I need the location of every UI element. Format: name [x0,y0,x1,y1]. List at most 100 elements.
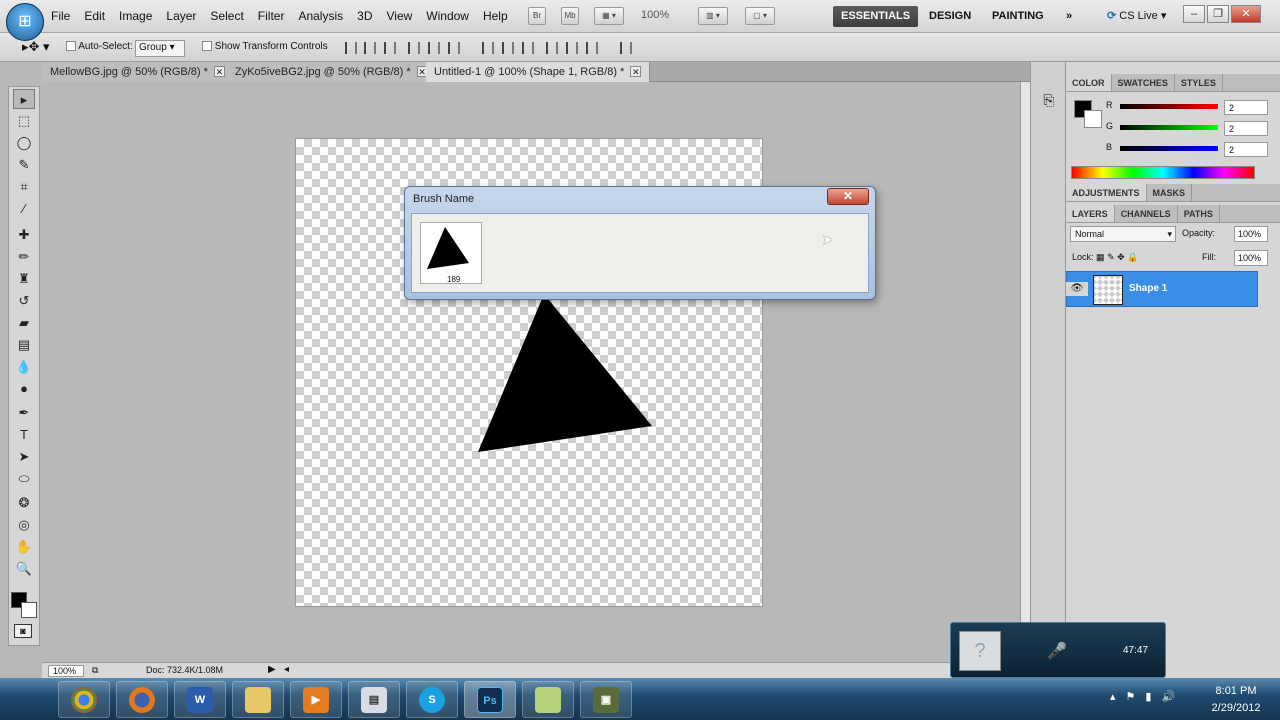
layer-name[interactable]: Shape 1 [1129,283,1167,294]
scroll-left-icon[interactable]: ◂ [284,664,289,675]
taskbar-word[interactable]: W [174,681,226,718]
zoom-tool-icon[interactable]: 🔍 [13,559,35,579]
taskbar-notes[interactable] [522,681,574,718]
eraser-tool-icon[interactable]: ▰ [13,313,35,333]
blue-slider[interactable] [1120,146,1218,151]
workspace-painting[interactable]: PAINTING [984,6,1052,27]
tab-masks[interactable]: MASKS [1147,184,1193,201]
auto-align-icon[interactable] [620,42,632,54]
path-selection-tool-icon[interactable]: ➤ [13,447,35,467]
screen-mode-button[interactable]: ▢ ▾ [745,7,775,25]
show-transform-option[interactable]: Show Transform Controls [202,41,328,52]
3d-orbit-tool-icon[interactable]: ◎ [13,515,35,535]
minimize-icon[interactable]: – [1183,5,1205,23]
red-slider[interactable] [1120,104,1218,109]
distribute-hcenter-icon[interactable] [566,42,578,54]
workspace-essentials[interactable]: ESSENTIALS [833,6,919,27]
view-extras-button[interactable]: ▦ ▾ [594,7,624,25]
blur-tool-icon[interactable]: 💧 [13,357,35,377]
gradient-tool-icon[interactable]: ▤ [13,335,35,355]
distribute-left-icon[interactable] [546,42,558,54]
align-top-icon[interactable] [345,42,357,54]
clock-time[interactable]: 8:01 PM [1204,685,1268,697]
blue-value-field[interactable]: 2 [1224,142,1268,157]
tab-channels[interactable]: CHANNELS [1115,205,1178,222]
taskbar-chrome[interactable] [58,681,110,718]
eye-icon[interactable]: 👁 [1066,282,1088,296]
distribute-top-icon[interactable] [482,42,494,54]
network-icon[interactable]: ▮ [1145,690,1151,703]
healing-brush-tool-icon[interactable]: ✚ [13,225,35,245]
lock-all-icon[interactable]: 🔒 [1127,252,1138,262]
history-brush-tool-icon[interactable]: ↺ [13,291,35,311]
menu-select[interactable]: Select [203,0,250,33]
history-panel-icon[interactable]: ⎘ [1039,90,1059,110]
status-menu-icon[interactable]: ⧉ [92,665,98,676]
start-button[interactable]: ⊞ [6,3,44,41]
hand-tool-icon[interactable]: ✋ [13,537,35,557]
shape-1-triangle[interactable] [476,292,656,454]
align-vcenter-icon[interactable] [364,42,376,54]
type-tool-icon[interactable]: T [13,425,35,445]
close-icon[interactable]: ✕ [630,66,642,77]
taskbar-explorer[interactable] [232,681,284,718]
green-value-field[interactable]: 2 [1224,121,1268,136]
vertical-scrollbar[interactable] [1020,82,1030,662]
volume-icon[interactable]: 🔊 [1161,690,1175,703]
taskbar-recorder[interactable]: ▣ [580,681,632,718]
auto-select-checkbox[interactable] [66,41,76,52]
tab-color[interactable]: COLOR [1066,74,1112,91]
eyedropper-tool-icon[interactable]: ⁄ [13,199,35,219]
auto-select-option[interactable]: Auto-Select: [66,41,133,52]
menu-view[interactable]: View [379,0,419,33]
menu-image[interactable]: Image [112,0,159,33]
brush-tool-icon[interactable]: ✏ [13,247,35,267]
restore-icon[interactable]: ❐ [1207,5,1229,23]
quick-mask-icon[interactable]: ◙ [14,624,32,638]
clock-date[interactable]: 2/29/2012 [1204,702,1268,714]
menu-analysis[interactable]: Analysis [291,0,350,33]
move-tool-preset-icon[interactable]: ▸✥ ▾ [22,39,50,55]
shape-tool-icon[interactable]: ⬭ [13,469,35,489]
taskbar-firefox[interactable] [116,681,168,718]
taskbar-skype[interactable]: S [406,681,458,718]
close-icon[interactable]: ✕ [213,66,225,77]
quick-select-tool-icon[interactable]: ✎ [13,155,35,175]
align-right-icon[interactable] [448,42,460,54]
tab-paths[interactable]: PATHS [1178,205,1220,222]
tab-styles[interactable]: STYLES [1175,74,1223,91]
tab-layers[interactable]: LAYERS [1066,205,1115,222]
action-center-flag-icon[interactable]: ⚑ [1126,690,1136,703]
lock-transparency-icon[interactable]: ▦ [1096,252,1105,262]
auto-select-target-dropdown[interactable]: Group ▾ [135,40,185,57]
taskbar-media-player[interactable]: ▶ [290,681,342,718]
menu-filter[interactable]: Filter [251,0,292,33]
menu-window[interactable]: Window [419,0,476,33]
layer-row-shape-1[interactable]: 👁 Shape 1 [1066,271,1258,307]
distribute-vcenter-icon[interactable] [502,42,514,54]
mini-bridge-button[interactable]: Mb [561,7,579,25]
align-left-icon[interactable] [408,42,420,54]
cs-live-button[interactable]: ⟳ CS Live ▾ [1107,9,1166,22]
crop-tool-icon[interactable]: ⌗ [13,177,35,197]
align-hcenter-icon[interactable] [428,42,440,54]
tab-zykosivebg2[interactable]: ZyKo5iveBG2.jpg @ 50% (RGB/8) * ✕ [227,62,437,82]
dialog-close-button[interactable]: ✕ [827,188,869,205]
pen-tool-icon[interactable]: ✒ [13,403,35,423]
tab-adjustments[interactable]: ADJUSTMENTS [1066,184,1147,201]
show-hidden-icons-icon[interactable]: ▴ [1110,690,1116,703]
lasso-tool-icon[interactable]: ◯ [13,133,35,153]
distribute-right-icon[interactable] [586,42,598,54]
move-tool-icon[interactable]: ▸ [13,89,35,109]
green-slider[interactable] [1120,125,1218,130]
zoom-level[interactable]: 100% [641,9,669,21]
menu-edit[interactable]: Edit [77,0,112,33]
background-color-swatch[interactable] [21,602,37,618]
lock-position-icon[interactable]: ✥ [1117,252,1125,262]
close-icon[interactable]: ✕ [1231,5,1261,23]
show-transform-checkbox[interactable] [202,41,212,52]
red-value-field[interactable]: 2 [1224,100,1268,115]
menu-3d[interactable]: 3D [350,0,379,33]
menu-file[interactable]: File [44,0,77,33]
tab-untitled-1[interactable]: Untitled-1 @ 100% (Shape 1, RGB/8) * ✕ [426,62,651,82]
